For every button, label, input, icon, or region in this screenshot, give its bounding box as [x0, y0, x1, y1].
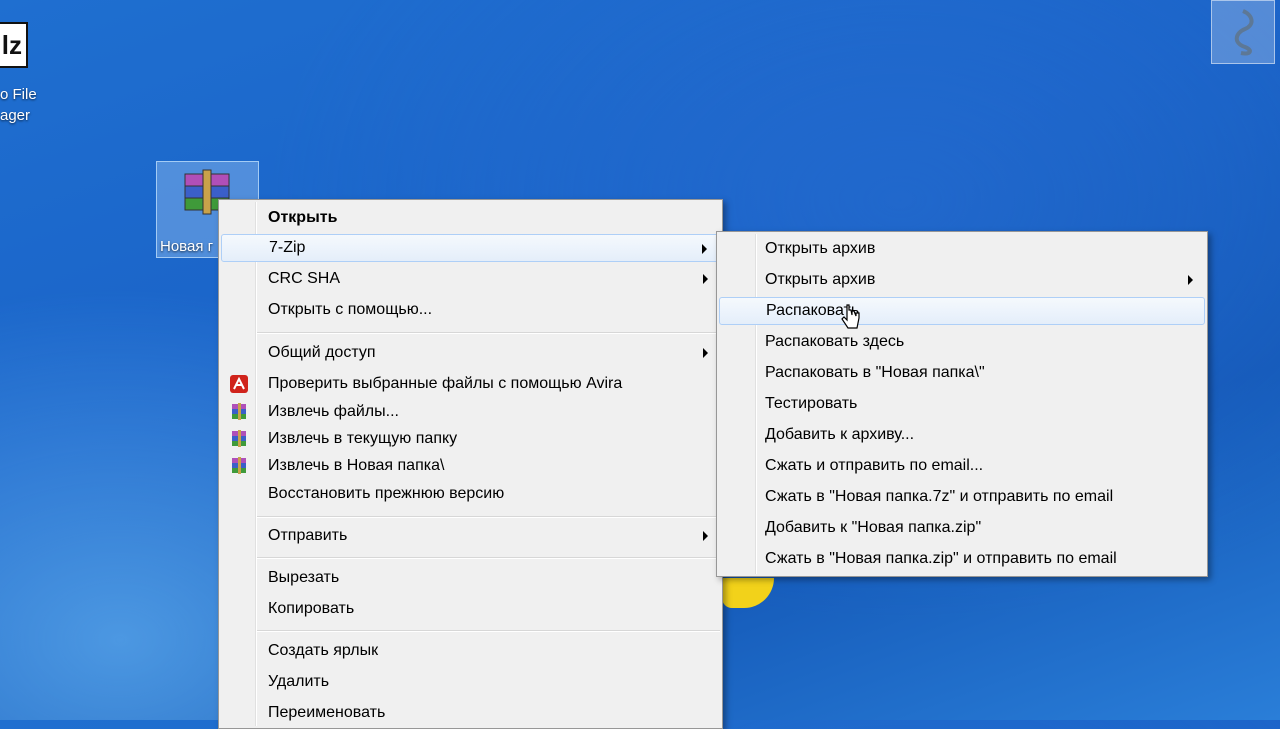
submenu-item-add-to-zip[interactable]: Добавить к "Новая папка.zip": [719, 514, 1205, 542]
menu-item-7zip[interactable]: 7-Zip: [221, 234, 720, 262]
submenu-item-test[interactable]: Тестировать: [719, 390, 1205, 418]
menu-separator: [257, 332, 720, 334]
menu-item-cut[interactable]: Вырезать: [221, 564, 720, 592]
dragon-icon: [1211, 0, 1275, 64]
avira-icon: [230, 375, 248, 393]
menu-separator: [257, 516, 720, 518]
submenu-item-extract-to-folder[interactable]: Распаковать в "Новая папка\": [719, 359, 1205, 387]
menu-item-avira-scan[interactable]: Проверить выбранные файлы с помощью Avir…: [221, 370, 720, 398]
mouse-pointer-icon: [841, 304, 860, 329]
menu-item-send-to[interactable]: Отправить: [221, 522, 720, 550]
7zip-file-manager-label[interactable]: o File ager: [0, 84, 37, 126]
submenu-item-open-archive-more[interactable]: Открыть архив: [719, 266, 1205, 294]
menu-item-open[interactable]: Открыть: [221, 204, 720, 232]
menu-item-crc-sha[interactable]: CRC SHA: [221, 265, 720, 293]
menu-item-extract-here[interactable]: Извлечь в текущую папку: [221, 425, 720, 453]
winrar-icon: [232, 457, 246, 474]
menu-separator: [257, 557, 720, 559]
submenu-arrow-icon: [703, 274, 708, 284]
menu-item-extract-to-folder[interactable]: Извлечь в Новая папка\: [221, 452, 720, 480]
wallpaper-decoration: [722, 578, 774, 608]
submenu-item-compress-7z-email[interactable]: Сжать в "Новая папка.7z" и отправить по …: [719, 483, 1205, 511]
winrar-icon: [232, 403, 246, 420]
7zip-submenu: Открыть архив Открыть архив Распаковать …: [716, 231, 1208, 577]
selected-archive-label: Новая г: [160, 238, 214, 255]
submenu-item-compress-zip-email[interactable]: Сжать в "Новая папка.zip" и отправить по…: [719, 545, 1205, 573]
submenu-item-open-archive[interactable]: Открыть архив: [719, 235, 1205, 263]
winrar-icon: [232, 430, 246, 447]
submenu-arrow-icon: [703, 531, 708, 541]
menu-item-extract-files[interactable]: Извлечь файлы...: [221, 398, 720, 426]
submenu-item-extract-here[interactable]: Распаковать здесь: [719, 328, 1205, 356]
submenu-item-add-to-archive[interactable]: Добавить к архиву...: [719, 421, 1205, 449]
submenu-item-extract[interactable]: Распаковать: [719, 297, 1205, 325]
menu-item-rename[interactable]: Переименовать: [221, 699, 720, 727]
menu-item-open-with[interactable]: Открыть с помощью...: [221, 296, 720, 324]
submenu-arrow-icon: [702, 244, 707, 254]
context-menu: Открыть 7-Zip CRC SHA Открыть с помощью.…: [218, 199, 723, 729]
menu-item-copy[interactable]: Копировать: [221, 595, 720, 623]
submenu-item-compress-email[interactable]: Сжать и отправить по email...: [719, 452, 1205, 480]
menu-item-create-shortcut[interactable]: Создать ярлык: [221, 637, 720, 665]
7zip-file-manager-icon[interactable]: lz: [0, 22, 28, 68]
menu-item-delete[interactable]: Удалить: [221, 668, 720, 696]
submenu-arrow-icon: [1188, 275, 1193, 285]
menu-item-share[interactable]: Общий доступ: [221, 339, 720, 367]
submenu-arrow-icon: [703, 348, 708, 358]
menu-separator: [257, 630, 720, 632]
menu-item-restore-previous-version[interactable]: Восстановить прежнюю версию: [221, 480, 720, 508]
